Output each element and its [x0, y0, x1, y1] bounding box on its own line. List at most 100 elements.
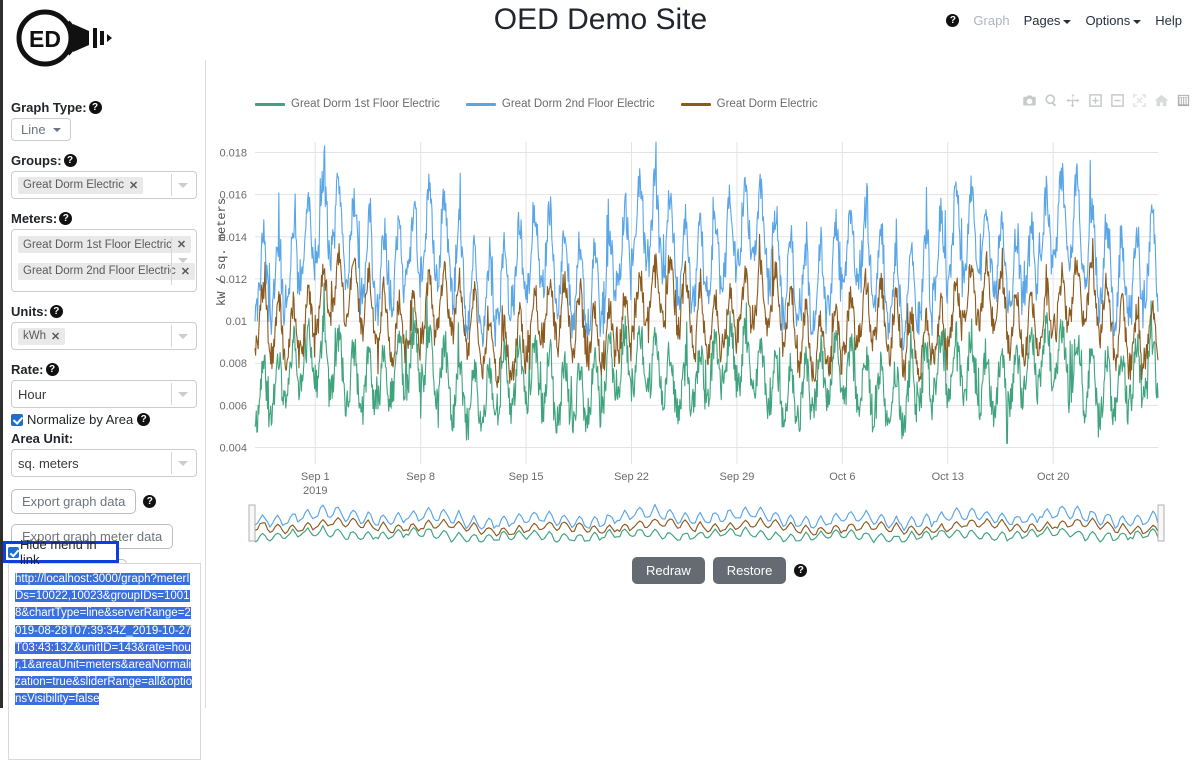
units-chip[interactable]: kWh ✕ — [18, 327, 66, 345]
divider — [171, 174, 172, 196]
help-icon-groups[interactable]: ? — [63, 154, 77, 167]
zoom-in-icon[interactable] — [1088, 93, 1103, 108]
question-circle-icon[interactable]: ? — [946, 14, 960, 27]
divider — [171, 383, 172, 405]
page-header: OED Demo Site ? Graph Pages Options Help — [3, 0, 1198, 60]
svg-text:Oct 20: Oct 20 — [1037, 471, 1069, 483]
top-navigation: ? Graph Pages Options Help — [946, 13, 1182, 28]
meters-label-text: Meters: — [11, 211, 58, 226]
divider — [171, 236, 172, 285]
svg-text:0.008: 0.008 — [219, 358, 247, 370]
zoom-out-icon[interactable] — [1110, 93, 1125, 108]
meters-chip-label: Great Dorm 1st Floor Electric — [23, 238, 172, 251]
export-graph-data-row: Export graph data ? — [11, 489, 197, 514]
svg-text:0.01: 0.01 — [226, 316, 247, 328]
legend-swatch-icon — [255, 102, 285, 106]
groups-select[interactable]: Great Dorm Electric ✕ — [11, 171, 197, 199]
remove-icon[interactable]: ✕ — [51, 330, 60, 343]
svg-text:Sep 22: Sep 22 — [614, 471, 649, 483]
legend-label: Great Dorm 1st Floor Electric — [291, 98, 440, 110]
groups-chip-label: Great Dorm Electric — [23, 179, 124, 191]
graph-type-dropdown[interactable]: Line — [11, 118, 71, 141]
nav-item-graph[interactable]: Graph — [973, 13, 1009, 28]
redraw-button[interactable]: Redraw — [632, 557, 705, 584]
units-label-text: Units: — [11, 304, 48, 319]
legend-item-great-dorm[interactable]: Great Dorm Electric — [680, 98, 818, 110]
svg-text:Oct 6: Oct 6 — [829, 471, 855, 483]
toggle-spikelines-icon[interactable] — [1176, 93, 1191, 108]
svg-text:Sep 1: Sep 1 — [301, 471, 330, 483]
svg-text:0.016: 0.016 — [219, 190, 247, 202]
home-icon[interactable] — [1154, 93, 1169, 108]
chevron-down-icon — [52, 127, 61, 132]
legend-swatch-icon — [465, 102, 496, 106]
normalize-by-area-label: Normalize by Area — [27, 412, 134, 427]
meters-select[interactable]: Great Dorm 1st Floor Electric ✕ Great Do… — [11, 229, 197, 292]
area-unit-select[interactable]: sq. meters — [11, 449, 197, 477]
units-select[interactable]: kWh ✕ — [11, 322, 197, 350]
chart-legend: Great Dorm 1st Floor Electric Great Dorm… — [255, 98, 818, 110]
help-icon-graph-type[interactable]: ? — [88, 101, 102, 114]
nav-item-options[interactable]: Options — [1085, 13, 1142, 28]
groups-chip[interactable]: Great Dorm Electric ✕ — [18, 176, 144, 194]
chart-range-slider[interactable] — [207, 495, 1198, 555]
nav-item-pages[interactable]: Pages — [1024, 13, 1072, 28]
sidebar: ED Graph Type: ? Line Groups: ? Great Do… — [3, 9, 206, 760]
help-icon-redraw-restore[interactable]: ? — [794, 564, 808, 577]
chevron-down-icon — [1133, 19, 1142, 24]
help-icon-normalize[interactable]: ? — [137, 413, 151, 426]
chevron-down-icon[interactable] — [178, 182, 188, 188]
restore-button[interactable]: Restore — [712, 557, 787, 584]
legend-item-2nd-floor[interactable]: Great Dorm 2nd Floor Electric — [465, 98, 655, 110]
svg-text:0.004: 0.004 — [219, 442, 247, 454]
area-unit-label: Area Unit: — [11, 431, 74, 446]
export-graph-data-button[interactable]: Export graph data — [11, 489, 137, 514]
chart-action-buttons: Redraw Restore ? — [632, 557, 808, 584]
svg-text:0.006: 0.006 — [219, 400, 247, 412]
camera-icon[interactable] — [1022, 93, 1037, 108]
main-content: Great Dorm 1st Floor Electric Great Dorm… — [207, 60, 1198, 708]
svg-text:ED: ED — [29, 26, 61, 52]
legend-label: Great Dorm 2nd Floor Electric — [501, 98, 655, 110]
normalize-by-area-checkbox[interactable] — [11, 413, 23, 426]
chevron-down-icon[interactable] — [178, 460, 188, 466]
chevron-down-icon[interactable] — [178, 333, 188, 339]
svg-text:Sep 8: Sep 8 — [406, 471, 435, 483]
line-chart-plot[interactable]: 0.004 0.006 0.008 0.01 0.012 0.014 0.016 0.018 S… — [207, 130, 1198, 520]
hide-menu-in-link-checkbox[interactable] — [8, 546, 19, 558]
meters-label: Meters: ? — [11, 211, 197, 226]
plotly-modebar — [1022, 93, 1191, 108]
svg-text:0.014: 0.014 — [219, 232, 247, 244]
legend-item-1st-floor[interactable]: Great Dorm 1st Floor Electric — [255, 98, 440, 110]
chevron-down-icon — [1063, 19, 1072, 24]
meters-chip[interactable]: Great Dorm 1st Floor Electric ✕ — [18, 236, 192, 253]
legend-swatch-icon — [680, 102, 711, 106]
rate-select[interactable]: Hour — [11, 380, 197, 408]
groups-label-text: Groups: — [11, 153, 62, 168]
help-icon-meters[interactable]: ? — [59, 212, 73, 225]
autoscale-icon[interactable] — [1132, 93, 1147, 108]
remove-icon[interactable]: ✕ — [129, 179, 138, 192]
help-icon-export-graph-data[interactable]: ? — [143, 495, 157, 508]
svg-text:0.018: 0.018 — [219, 148, 247, 160]
svg-text:Sep 29: Sep 29 — [719, 471, 754, 483]
rate-label: Rate: ? — [11, 362, 197, 377]
normalize-by-area-row[interactable]: Normalize by Area ? — [11, 412, 197, 427]
units-chip-label: kWh — [23, 330, 46, 342]
area-unit-select-indicators — [171, 450, 192, 476]
chevron-down-icon[interactable] — [178, 391, 188, 397]
area-unit-value: sq. meters — [18, 455, 79, 471]
chevron-down-icon[interactable] — [178, 258, 188, 263]
help-icon-rate[interactable]: ? — [45, 363, 59, 376]
chart-link-url[interactable]: http://localhost:3000/graph?meterIDs=100… — [15, 573, 193, 706]
pan-icon[interactable] — [1066, 93, 1081, 108]
meters-chip[interactable]: Great Dorm 2nd Floor Electric ✕ — [18, 262, 195, 280]
units-label: Units: ? — [11, 304, 197, 319]
svg-text:0.012: 0.012 — [219, 274, 247, 286]
help-icon-units[interactable]: ? — [49, 305, 63, 318]
graph-type-label: Graph Type: ? — [11, 100, 197, 115]
hide-menu-in-link-row[interactable]: Hide menu in link — [3, 537, 119, 567]
rate-label-text: Rate: — [11, 362, 44, 377]
nav-item-help[interactable]: Help — [1155, 13, 1182, 28]
zoom-icon[interactable] — [1044, 93, 1059, 108]
